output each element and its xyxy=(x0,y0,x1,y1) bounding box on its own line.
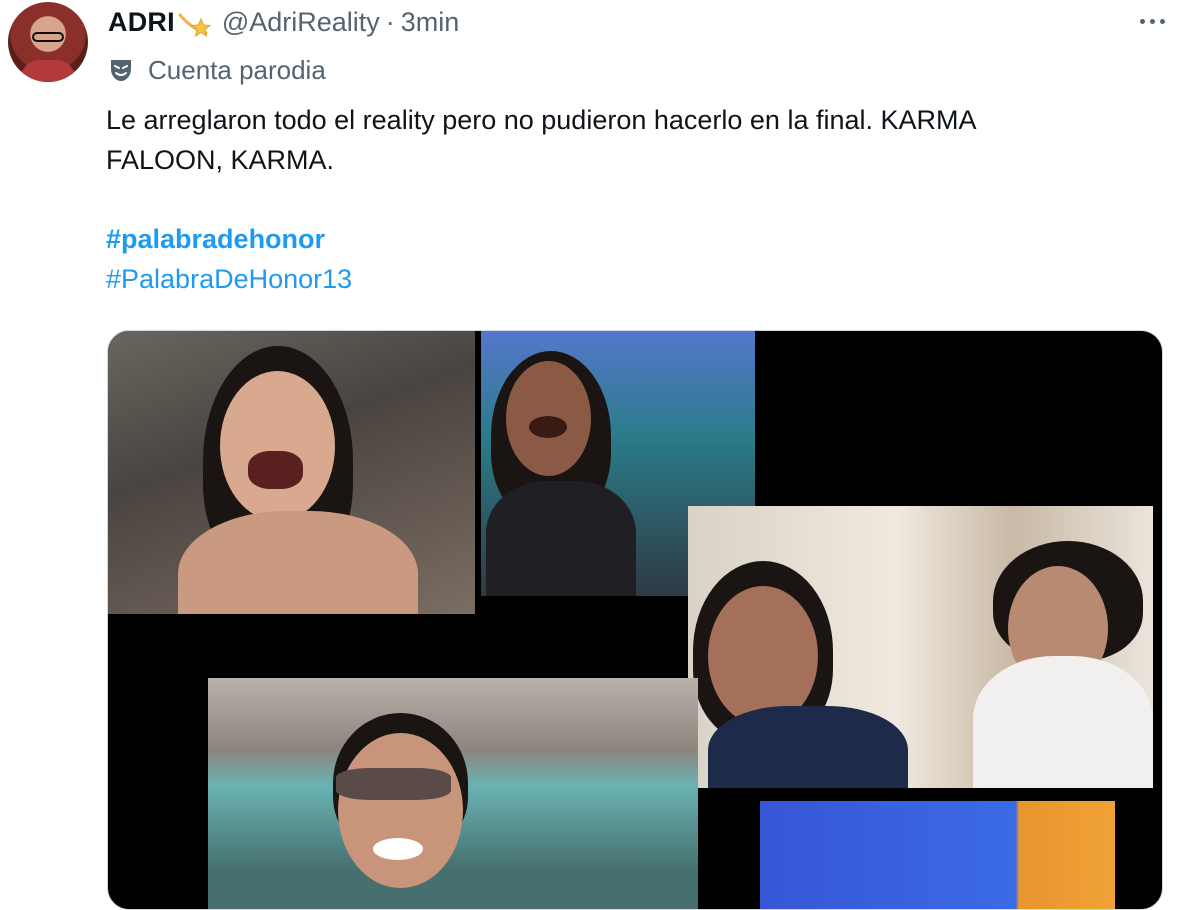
hashtag-link[interactable]: #PalabraDeHonor13 xyxy=(106,264,352,295)
timestamp[interactable]: 3min xyxy=(401,7,460,38)
parody-text: Cuenta parodia xyxy=(148,54,326,85)
video-panel xyxy=(208,678,698,909)
handle[interactable]: @AdriReality xyxy=(222,7,380,38)
theater-mask-icon xyxy=(111,60,131,81)
avatar[interactable] xyxy=(8,2,88,82)
avatar-shirt xyxy=(20,60,76,82)
shooting-star-icon xyxy=(178,13,212,38)
separator-dot: · xyxy=(385,6,395,37)
more-options-icon[interactable] xyxy=(1130,6,1174,36)
video-media[interactable] xyxy=(107,330,1163,910)
hashtag-link[interactable]: #palabradehonor xyxy=(106,224,325,255)
video-panel xyxy=(108,331,475,614)
video-panel xyxy=(760,801,1115,909)
parody-label: Cuenta parodia xyxy=(108,52,326,88)
display-name[interactable]: ADRI xyxy=(108,7,175,38)
video-panel xyxy=(688,506,1153,788)
avatar-glasses xyxy=(32,32,64,42)
tweet-text: Le arreglaron todo el reality pero no pu… xyxy=(106,105,977,175)
tweet-header: ADRI @AdriReality · 3min xyxy=(108,2,459,42)
